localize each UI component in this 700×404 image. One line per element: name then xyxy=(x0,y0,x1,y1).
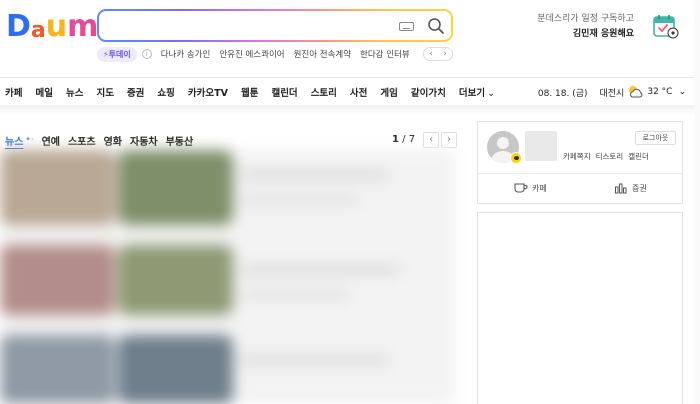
trending-bar: ⚡투데이 i 다나카 송가인 안유진 에스콰이어 원진아 전속계약 한다감 인터… xyxy=(97,46,419,62)
cafe-button[interactable]: 카페 xyxy=(514,178,547,198)
nav-game[interactable]: 게임 xyxy=(380,85,397,99)
chevron-right-icon[interactable]: › xyxy=(443,49,447,59)
user-name-hidden xyxy=(525,131,557,161)
news-thumbnail[interactable] xyxy=(118,150,233,225)
link-calendar[interactable]: 캘린더 xyxy=(628,151,649,162)
logout-button[interactable]: 로그아웃 xyxy=(635,131,676,145)
cup-icon xyxy=(514,183,528,193)
nav-dictionary[interactable]: 사전 xyxy=(350,85,367,99)
main-nav: 카페 메일 뉴스 지도 증권 쇼핑 카카오TV 웹툰 캘린더 스토리 사전 게임… xyxy=(0,79,700,105)
partly-cloudy-icon xyxy=(629,86,643,98)
news-thumbnail[interactable] xyxy=(118,245,233,315)
trending-item[interactable]: 한다감 인터뷰 xyxy=(360,48,410,60)
page-total: / 7 xyxy=(398,134,416,145)
news-headline[interactable] xyxy=(240,290,350,300)
nav-news[interactable]: 뉴스 xyxy=(66,85,83,99)
news-thumbnail[interactable] xyxy=(0,245,115,315)
news-headline[interactable] xyxy=(240,355,390,365)
nav-stock[interactable]: 증권 xyxy=(127,85,144,99)
keyboard-icon[interactable] xyxy=(399,22,414,31)
nav-map[interactable]: 지도 xyxy=(96,85,113,99)
search-icon[interactable] xyxy=(427,17,445,35)
nav-cafe[interactable]: 카페 xyxy=(5,85,22,99)
page-indicator: 1 / 7 xyxy=(392,134,415,145)
today-badge[interactable]: ⚡투데이 xyxy=(97,46,137,62)
search-input[interactable] xyxy=(109,16,389,35)
chevron-left-icon[interactable]: ‹ xyxy=(429,49,433,59)
link-tistory[interactable]: 티스토리 xyxy=(596,151,624,162)
tab-entertainment[interactable]: 연예 xyxy=(42,133,60,148)
news-headline[interactable] xyxy=(240,170,390,180)
chevron-down-icon[interactable]: ⌄ xyxy=(678,87,686,97)
kakao-talk-icon xyxy=(510,152,522,164)
active-dots: •· xyxy=(25,135,34,145)
promo-line1: 분데스리가 일정 구독하고 xyxy=(537,14,634,24)
nav-webtoon[interactable]: 웹툰 xyxy=(241,85,258,99)
tab-news[interactable]: 뉴스 xyxy=(5,133,23,148)
trending-item[interactable]: 다나카 송가인 xyxy=(161,48,211,60)
date-text: 08. 18. (금) xyxy=(537,88,588,99)
weather-widget[interactable]: 08. 18. (금) 대전시 32 °C ⌄ xyxy=(538,79,686,105)
nav-together[interactable]: 같이가치 xyxy=(411,85,446,99)
tab-sports[interactable]: 스포츠 xyxy=(68,133,96,148)
page-edge xyxy=(694,0,700,404)
trending-item[interactable]: 원진아 전속계약 xyxy=(294,48,351,60)
info-icon[interactable]: i xyxy=(141,49,152,59)
news-pager: 1 / 7 ‹ › xyxy=(392,130,458,149)
news-headline[interactable] xyxy=(240,265,400,275)
promo-banner[interactable]: 분데스리가 일정 구독하고 김민재 응원해요 xyxy=(537,12,634,42)
nav-more[interactable]: 더보기 ⌄ xyxy=(459,85,495,99)
tab-movies[interactable]: 영화 xyxy=(104,133,122,148)
tab-cars[interactable]: 자동차 xyxy=(130,133,158,148)
logo-letter-d: D xyxy=(6,9,31,44)
header: D a u m ⚡투데이 i 다나카 송가인 안유진 에스콰이어 원진아 전속계… xyxy=(0,0,700,78)
logo-letter-m: m xyxy=(67,9,98,44)
bar-chart-icon xyxy=(615,183,627,194)
news-thumbnail[interactable] xyxy=(118,335,233,404)
promo-line2: 김민재 응원해요 xyxy=(572,29,634,39)
page-current: 1 xyxy=(392,134,399,145)
nav-kakaotv[interactable]: 카카오TV xyxy=(188,85,228,99)
news-headline[interactable] xyxy=(240,195,360,205)
daum-logo[interactable]: D a u m xyxy=(6,8,98,44)
news-tabs: 뉴스 •· 연예 스포츠 영화 자동차 부동산 xyxy=(5,132,201,148)
nav-divider xyxy=(0,105,700,115)
nav-mail[interactable]: 메일 xyxy=(35,85,52,99)
logo-letter-a: a xyxy=(30,18,46,43)
news-thumbnail[interactable] xyxy=(0,335,115,404)
ad-area[interactable] xyxy=(477,212,683,404)
nav-calendar[interactable]: 캘린더 xyxy=(271,85,297,99)
nav-more-label: 더보기 xyxy=(458,88,486,99)
cafe-label: 카페 xyxy=(532,183,547,193)
service-links: 카페쪽지 티스토리 캘린더 xyxy=(563,151,654,162)
login-panel: 로그아웃 카페쪽지 티스토리 캘린더 카페 증권 xyxy=(477,121,683,204)
trending-item[interactable]: 안유진 에스콰이어 xyxy=(219,48,284,60)
calendar-soccer-icon[interactable] xyxy=(652,13,680,39)
search-box xyxy=(97,9,453,42)
logo-letter-u: u xyxy=(45,9,67,44)
news-thumbnail[interactable] xyxy=(0,150,115,225)
card-divider xyxy=(478,173,682,174)
next-page-button[interactable]: › xyxy=(441,131,458,148)
prev-page-button[interactable]: ‹ xyxy=(423,131,440,148)
temperature-text: 32 °C xyxy=(647,87,673,97)
nav-story[interactable]: 스토리 xyxy=(311,85,337,99)
stock-button[interactable]: 증권 xyxy=(614,178,647,198)
link-cafe-note[interactable]: 카페쪽지 xyxy=(563,151,591,162)
stock-label: 증권 xyxy=(632,183,647,193)
location-text: 대전시 xyxy=(599,88,625,99)
nav-shopping[interactable]: 쇼핑 xyxy=(157,85,174,99)
search-inner xyxy=(99,11,451,40)
trending-pager: ‹ › xyxy=(423,47,453,61)
news-content-blurred[interactable] xyxy=(0,150,455,404)
tab-realestate[interactable]: 부동산 xyxy=(166,133,194,148)
chevron-down-icon: ⌄ xyxy=(487,88,496,99)
